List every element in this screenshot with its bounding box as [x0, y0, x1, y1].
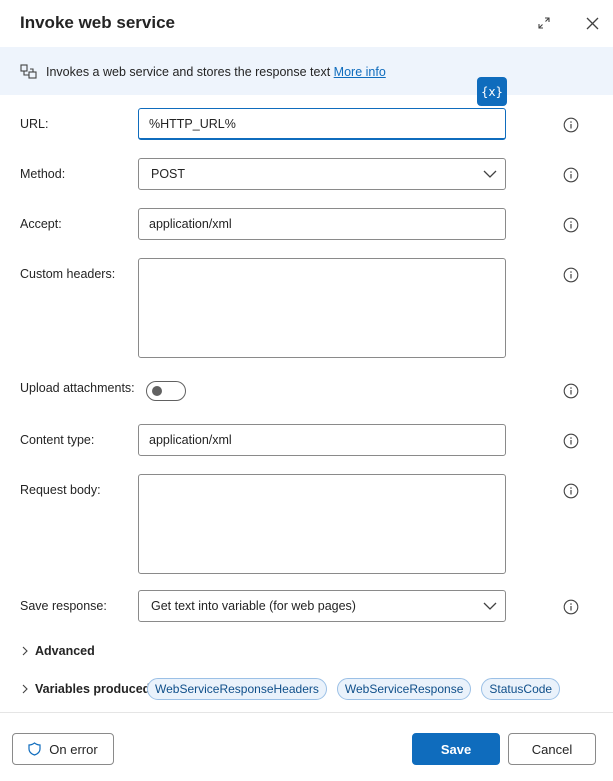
close-icon [586, 17, 598, 29]
footer-divider [0, 712, 613, 713]
chevron-right-icon [22, 684, 28, 694]
chevron-down-icon [483, 602, 497, 610]
request-body-info-icon[interactable] [563, 483, 579, 499]
more-info-link[interactable]: More info [334, 65, 386, 79]
variables-produced-label: Variables produced [35, 682, 151, 696]
banner-text: Invokes a web service and stores the res… [46, 65, 386, 79]
dialog-header: Invoke web service [0, 0, 613, 46]
method-info-icon[interactable] [563, 167, 579, 183]
advanced-expander[interactable]: Advanced [20, 644, 95, 658]
upload-attachments-info-icon[interactable] [563, 383, 579, 399]
method-select[interactable]: POST [138, 158, 506, 190]
accept-info-icon[interactable] [563, 217, 579, 233]
variables-produced-expander[interactable]: Variables produced [20, 682, 150, 696]
save-response-info-icon[interactable] [563, 599, 579, 615]
insert-variable-button[interactable]: {x} [477, 77, 507, 106]
cancel-button[interactable]: Cancel [508, 733, 596, 765]
custom-headers-label: Custom headers: [20, 267, 116, 281]
info-banner: Invokes a web service and stores the res… [0, 47, 613, 95]
save-response-label: Save response: [20, 599, 107, 613]
on-error-button[interactable]: On error [12, 733, 114, 765]
content-type-label: Content type: [20, 433, 95, 447]
toggle-knob [152, 386, 162, 396]
accept-input[interactable]: application/xml [138, 208, 506, 240]
method-label: Method: [20, 167, 66, 181]
url-label: URL: [20, 117, 49, 131]
chevron-right-icon [22, 646, 28, 656]
expand-button[interactable] [533, 12, 555, 34]
save-response-select[interactable]: Get text into variable (for web pages) [138, 590, 506, 622]
banner-description: Invokes a web service and stores the res… [46, 65, 331, 79]
content-type-input[interactable]: application/xml [138, 424, 506, 456]
invoke-web-service-dialog: Invoke web service Invokes a web service… [0, 0, 613, 781]
url-info-icon[interactable] [563, 117, 579, 133]
upload-attachments-label: Upload attachments: [20, 381, 135, 395]
save-response-value: Get text into variable (for web pages) [151, 599, 356, 613]
shield-icon [28, 742, 41, 756]
custom-headers-info-icon[interactable] [563, 267, 579, 283]
chevron-down-icon [483, 170, 497, 178]
request-body-label: Request body: [20, 483, 101, 497]
variable-pill-webserviceresponseheaders[interactable]: WebServiceResponseHeaders [147, 678, 327, 700]
expand-icon [538, 17, 550, 29]
method-value: POST [151, 167, 186, 181]
accept-label: Accept: [20, 217, 62, 231]
variables-produced-list: WebServiceResponseHeaders WebServiceResp… [147, 678, 561, 700]
content-type-info-icon[interactable] [563, 433, 579, 449]
dialog-title: Invoke web service [20, 13, 175, 32]
request-body-textarea[interactable] [138, 474, 506, 574]
close-button[interactable] [581, 12, 603, 34]
upload-attachments-toggle[interactable] [146, 381, 186, 401]
web-service-icon [20, 64, 37, 79]
on-error-label: On error [49, 741, 98, 757]
save-button[interactable]: Save [412, 733, 500, 765]
custom-headers-textarea[interactable] [138, 258, 506, 358]
url-input[interactable]: %HTTP_URL% [138, 108, 506, 140]
variable-pill-statuscode[interactable]: StatusCode [481, 678, 561, 700]
variable-pill-webserviceresponse[interactable]: WebServiceResponse [336, 678, 472, 700]
advanced-label: Advanced [35, 644, 95, 658]
